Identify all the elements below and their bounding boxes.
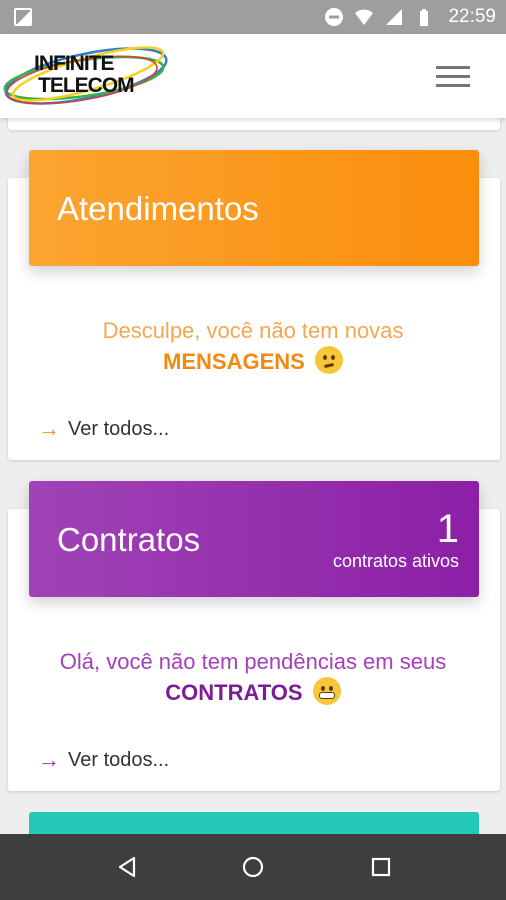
arrow-right-icon: → <box>38 747 60 772</box>
atendimentos-message: Desculpe, você não tem novas MENSAGENS <box>0 316 506 377</box>
signal-icon <box>386 9 403 25</box>
contratos-message: Olá, você não tem pendências em seus CON… <box>0 647 506 708</box>
home-icon[interactable] <box>240 854 266 880</box>
battery-icon <box>420 9 429 26</box>
image-icon <box>14 8 32 26</box>
atendimentos-see-all-link[interactable]: → Ver todos... <box>38 416 169 442</box>
contratos-count: 1 contratos ativos <box>333 509 459 572</box>
atendimentos-see-all-label: Ver todos... <box>68 417 170 440</box>
atendimentos-message-text: Desculpe, você não tem novas <box>102 318 404 343</box>
atendimentos-header[interactable]: Atendimentos <box>29 150 479 266</box>
hamburger-icon[interactable] <box>436 66 470 88</box>
back-icon[interactable] <box>114 854 140 880</box>
logo-text-telecom: TELECOM <box>38 74 135 97</box>
do-not-disturb-icon <box>325 8 344 26</box>
contratos-see-all-link[interactable]: → Ver todos... <box>38 747 169 773</box>
atendimentos-title: Atendimentos <box>57 190 259 227</box>
logo-text-infinite: INFINITE <box>34 52 114 75</box>
recents-icon[interactable] <box>368 854 394 880</box>
grinning-face-icon <box>312 677 341 705</box>
status-bar: 22:59 <box>0 0 506 34</box>
contratos-see-all-label: Ver todos... <box>68 748 170 771</box>
contratos-count-number: 1 <box>436 507 459 551</box>
contratos-header[interactable]: Contratos 1 contratos ativos <box>29 481 479 597</box>
atendimentos-message-highlight: MENSAGENS <box>163 349 305 374</box>
arrow-right-icon: → <box>38 416 60 441</box>
contratos-title: Contratos <box>57 521 201 558</box>
status-icons: 22:59 <box>324 0 496 34</box>
infinite-telecom-logo[interactable]: INFINITE TELECOM <box>0 36 175 114</box>
confused-face-icon <box>314 346 343 374</box>
contratos-message-highlight: CONTRATOS <box>165 680 303 705</box>
wifi-icon <box>355 9 374 25</box>
navigation-bar <box>0 834 506 900</box>
app-header: INFINITE TELECOM <box>0 34 506 118</box>
status-time: 22:59 <box>448 6 496 27</box>
contratos-message-text: Olá, você não tem pendências em seus <box>59 649 447 674</box>
contratos-count-label: contratos ativos <box>332 551 459 571</box>
